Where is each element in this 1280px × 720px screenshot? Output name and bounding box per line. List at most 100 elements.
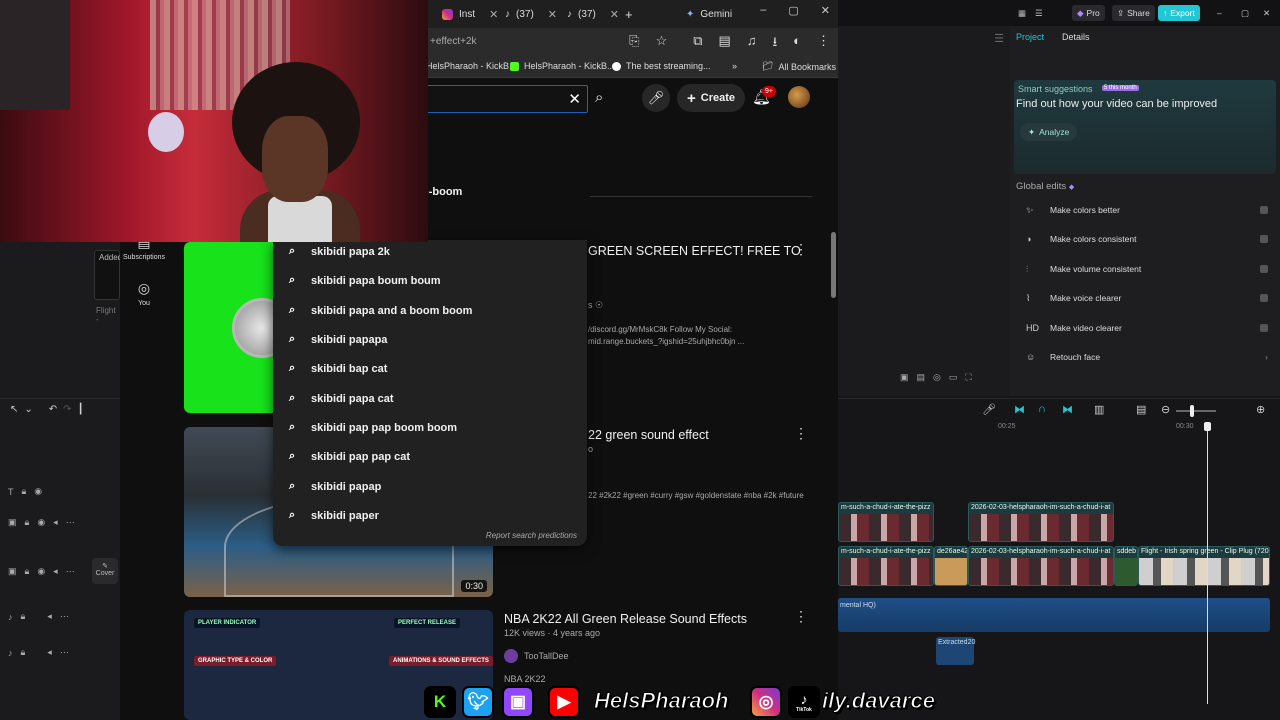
toggle[interactable] (1260, 265, 1268, 273)
toggle[interactable] (1260, 294, 1268, 302)
close-icon[interactable]: ✕ (548, 8, 557, 21)
media-icon[interactable]: ♫ (747, 33, 757, 55)
scale-icon[interactable]: ▭ (949, 372, 958, 383)
global-edit-voice-clearer[interactable]: ⌇ Make voice clearer (1014, 285, 1276, 311)
clear-search-icon[interactable]: ✕ (568, 90, 581, 108)
global-edit-video-clearer[interactable]: HD Make video clearer (1014, 315, 1276, 341)
zoom-handle[interactable] (1190, 405, 1194, 417)
global-edit-volume-consistent[interactable]: ⫶ Make volume consistent (1014, 256, 1276, 282)
split-icon[interactable]: ┃ (78, 404, 84, 415)
suggestion-item[interactable]: ⌕ skibidi papa and a boom boom (289, 304, 472, 317)
lock-icon[interactable]: 🔒︎ (21, 647, 26, 658)
suggestion-item[interactable]: ⌕ skibidi papap (289, 480, 381, 493)
channel-name[interactable]: TooTallDee (524, 651, 569, 661)
ratio-icon[interactable]: ▣ (900, 372, 909, 383)
eye-icon[interactable]: ◉ (34, 486, 42, 497)
search-icon[interactable]: ⌕ (595, 89, 603, 106)
suggestion-item[interactable]: ⌕ skibidi papa 2k (289, 245, 390, 258)
snapshot-icon[interactable]: ◎ (933, 372, 941, 383)
close-icon[interactable]: ✕ (489, 8, 498, 21)
suggestion-item[interactable]: ⌕ skibidi pap pap cat (289, 450, 410, 463)
toggle[interactable] (1260, 235, 1268, 243)
media-card[interactable]: Added (94, 250, 122, 300)
more-actions-icon[interactable]: ⋮ (794, 608, 808, 625)
tab-project[interactable]: Project (1016, 32, 1044, 42)
minimize-icon[interactable]: – (760, 4, 766, 17)
menu-icon[interactable]: ☰ (994, 32, 1004, 45)
report-predictions-link[interactable]: Report search predictions (486, 531, 577, 540)
more-icon[interactable]: ⋯ (66, 517, 75, 528)
maximize-icon[interactable]: ▢ (788, 4, 798, 17)
more-icon[interactable]: ⋯ (66, 566, 75, 577)
window-icon[interactable]: ▦ (1013, 5, 1031, 21)
cast-icon[interactable]: ▤ (719, 33, 731, 55)
more-icon[interactable]: ⋯ (60, 611, 69, 622)
minimize-icon[interactable]: – (1212, 5, 1227, 21)
create-button[interactable]: + Create (677, 84, 745, 112)
timeline-clip[interactable]: m-such-a-chud-i-ate-the-pizz (838, 502, 934, 542)
scrollbar[interactable] (831, 232, 836, 298)
timeline-clip[interactable]: Flight - Irish spring green - Clip Plug … (1138, 546, 1270, 586)
bookmark-1[interactable]: HelsPharaoh - KickB... (426, 61, 517, 71)
share-button[interactable]: ⇪ Share (1112, 5, 1155, 21)
zoom-out-icon[interactable]: ⊖ (1161, 403, 1170, 416)
menu-icon[interactable]: ⋮ (817, 33, 830, 55)
suggestion-item[interactable]: ⌕ skibidi pap pap boom boom (289, 421, 457, 434)
eye-icon[interactable]: ◉ (37, 517, 45, 528)
analyze-button[interactable]: ✦ Analyze (1020, 123, 1078, 141)
close-icon[interactable]: ✕ (610, 8, 619, 21)
sidebar-item-you[interactable]: ◎ You (120, 280, 168, 307)
channel-avatar[interactable] (504, 649, 518, 663)
lock-icon[interactable]: 🔒︎ (21, 611, 26, 622)
search-input[interactable]: ✕ (420, 85, 588, 113)
export-button[interactable]: ↑ Export (1158, 5, 1200, 21)
suggestion-item[interactable]: ⌕ skibidi paper (289, 509, 379, 522)
extracted-audio-clip[interactable]: Extracted20 (936, 637, 975, 665)
suggestion-item[interactable]: ⌕ skibidi bap cat (289, 362, 387, 375)
timeline-clip[interactable]: 2026-02-03-helspharaoh-im-such-a-chud-i-… (968, 502, 1114, 542)
tab-tiktok-1[interactable]: ♪ (37) ✕ (505, 4, 557, 24)
speaker-icon[interactable]: ◂ (47, 611, 52, 622)
avatar[interactable] (788, 86, 810, 108)
zoom-in-icon[interactable]: ⊕ (1256, 403, 1265, 416)
zoom-slider[interactable] (1176, 410, 1216, 412)
link-icon[interactable]: ⧓ (1014, 403, 1025, 416)
more-actions-icon[interactable]: ⋮ (794, 241, 808, 258)
speaker-icon[interactable]: ◂ (53, 517, 58, 528)
suggestion-item[interactable]: ⌕ skibidi papapa (289, 333, 387, 346)
mic-icon[interactable]: 🎤︎ (982, 403, 996, 416)
lock-icon[interactable]: 🔒︎ (25, 517, 30, 528)
tab-gemini[interactable]: ✦ Gemini (686, 4, 732, 24)
install-icon[interactable]: ⎘ (629, 33, 639, 55)
partial-suggestion[interactable]: n-boom (422, 186, 462, 198)
chevron-down-icon[interactable]: ⌄ (24, 404, 32, 415)
pro-button[interactable]: ◆ Pro (1072, 5, 1105, 21)
extensions-icon[interactable]: ⧉ (693, 33, 702, 55)
speaker-icon[interactable]: ◂ (47, 647, 52, 658)
download-icon[interactable]: ⭳ (773, 33, 778, 55)
more-actions-icon[interactable]: ⋮ (794, 425, 808, 442)
quality-icon[interactable]: ▤ (917, 372, 926, 383)
bookmarks-overflow[interactable]: » (732, 61, 737, 71)
timeline-clip[interactable]: 2026-02-03-helspharaoh-im-such-a-chud-i-… (968, 546, 1114, 586)
fullscreen-icon[interactable]: ⛶ (965, 372, 971, 383)
timeline-clip[interactable]: de26ae42 (934, 546, 968, 586)
lock-icon[interactable]: 🔒︎ (25, 566, 30, 577)
lock-icon[interactable]: 🔒︎ (22, 486, 27, 497)
cover-button[interactable]: ✎ Cover (92, 558, 118, 584)
mic-icon[interactable]: 🎤︎ (642, 84, 670, 112)
playhead[interactable] (1204, 422, 1211, 704)
undo-icon[interactable]: ↶ (49, 404, 57, 415)
maximize-icon[interactable]: ▢ (1236, 5, 1254, 21)
more-icon[interactable]: ⋯ (60, 647, 69, 658)
layout-icon[interactable]: ☰ (1030, 5, 1048, 21)
global-edit-colors-consistent[interactable]: ◑ Make colors consistent (1014, 226, 1276, 252)
toggle[interactable] (1260, 206, 1268, 214)
eye-icon[interactable]: ◉ (37, 566, 45, 577)
bookmark-3[interactable]: The best streaming... (612, 61, 711, 71)
all-bookmarks[interactable]: 📁︎ All Bookmarks (762, 61, 836, 72)
bookmark-star-icon[interactable]: ☆ (656, 33, 668, 55)
select-tool-icon[interactable]: ↖ (10, 404, 18, 415)
new-tab-button[interactable]: + (625, 4, 633, 24)
tab-details[interactable]: Details (1062, 32, 1090, 42)
